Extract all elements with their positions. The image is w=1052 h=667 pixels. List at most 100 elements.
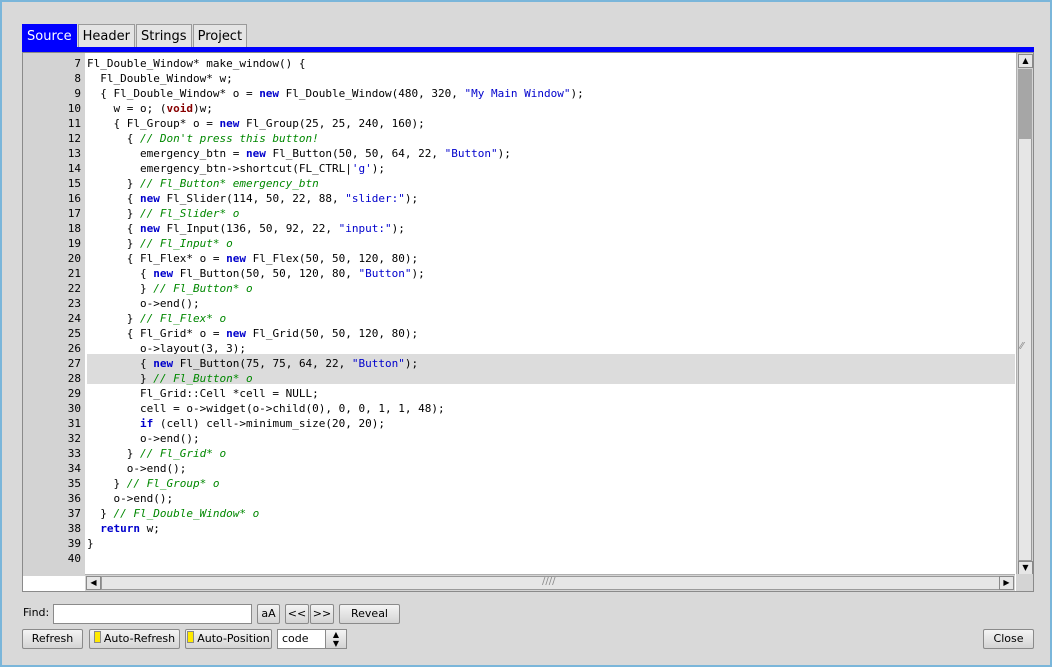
code-line: { // Don't press this button! bbox=[87, 132, 319, 145]
vertical-scroll-track[interactable] bbox=[1018, 69, 1032, 561]
line-number: 19 bbox=[67, 237, 81, 250]
code-line: o->layout(3, 3); bbox=[87, 342, 246, 355]
find-label: Find: bbox=[23, 606, 50, 619]
code-line: } // Fl_Button* emergency_btn bbox=[87, 177, 319, 190]
code-line: { Fl_Double_Window* o = new Fl_Double_Wi… bbox=[87, 87, 584, 100]
line-number: 8 bbox=[74, 72, 81, 85]
scroll-corner bbox=[1016, 574, 1033, 591]
reveal-button[interactable]: Reveal bbox=[339, 604, 400, 624]
code-line: } // Fl_Group* o bbox=[87, 477, 220, 490]
tab-project[interactable]: Project bbox=[192, 24, 248, 47]
code-line: } // Fl_Button* o bbox=[87, 282, 253, 295]
code-line: } // Fl_Double_Window* o bbox=[87, 507, 260, 520]
line-number: 31 bbox=[67, 417, 81, 430]
code-line: o->end(); bbox=[87, 297, 200, 310]
horizontal-grip-icon: //// bbox=[542, 576, 556, 587]
line-number: 9 bbox=[74, 87, 81, 100]
line-number: 39 bbox=[67, 537, 81, 550]
code-line: o->end(); bbox=[87, 492, 174, 505]
auto-position-label: Auto-Position bbox=[197, 632, 270, 645]
scroll-down-arrow-icon[interactable]: ▼ bbox=[1018, 561, 1033, 575]
line-number: 13 bbox=[67, 147, 81, 160]
line-number: 15 bbox=[67, 177, 81, 190]
code-line: if (cell) cell->minimum_size(20, 20); bbox=[139, 417, 386, 430]
find-previous-button[interactable]: << bbox=[285, 604, 309, 624]
line-number: 21 bbox=[67, 267, 81, 280]
code-line: o->end(); bbox=[87, 432, 200, 445]
line-number: 18 bbox=[67, 222, 81, 235]
line-number: 10 bbox=[67, 102, 81, 115]
auto-position-toggle[interactable]: Auto-Position bbox=[185, 629, 272, 649]
tab-bar: Source Header Strings Project bbox=[22, 24, 248, 48]
vertical-scrollbar[interactable]: ▲ ⁄⁄ ▼ bbox=[1016, 53, 1033, 576]
code-line: { new Fl_Button(75, 75, 64, 22, "Button"… bbox=[87, 357, 419, 370]
chevron-updown-icon[interactable]: ▲ ▼ bbox=[325, 630, 346, 648]
auto-refresh-toggle[interactable]: Auto-Refresh bbox=[89, 629, 180, 649]
code-line: { Fl_Flex* o = new Fl_Flex(50, 50, 120, … bbox=[87, 252, 419, 265]
close-button[interactable]: Close bbox=[983, 629, 1034, 649]
code-line: } // Fl_Flex* o bbox=[87, 312, 227, 325]
line-number: 16 bbox=[67, 192, 81, 205]
find-input[interactable] bbox=[53, 604, 252, 624]
toggle-indicator-icon bbox=[93, 631, 101, 643]
line-number: 23 bbox=[67, 297, 81, 310]
scroll-right-arrow-icon[interactable]: ▶ bbox=[999, 576, 1014, 590]
line-number: 22 bbox=[67, 282, 81, 295]
line-number: 25 bbox=[67, 327, 81, 340]
code-line: emergency_btn->shortcut(FL_CTRL|'g'); bbox=[87, 162, 386, 175]
mode-select-value: code bbox=[282, 632, 309, 645]
vertical-scroll-thumb[interactable] bbox=[1018, 69, 1032, 139]
line-number: 37 bbox=[67, 507, 81, 520]
code-line: { new Fl_Slider(114, 50, 22, 88, "slider… bbox=[87, 192, 419, 205]
line-number: 34 bbox=[67, 462, 81, 475]
vertical-grip-icon: ⁄⁄ bbox=[1020, 341, 1024, 352]
line-number: 35 bbox=[67, 477, 81, 490]
line-number: 28 bbox=[67, 372, 81, 385]
line-number: 36 bbox=[67, 492, 81, 505]
code-line: o->end(); bbox=[87, 462, 187, 475]
code-line: { new Fl_Input(136, 50, 92, 22, "input:"… bbox=[87, 222, 405, 235]
match-case-button[interactable]: aA bbox=[257, 604, 280, 624]
code-line: { new Fl_Button(50, 50, 120, 80, "Button… bbox=[87, 267, 425, 280]
auto-refresh-label: Auto-Refresh bbox=[103, 632, 176, 645]
line-number: 32 bbox=[67, 432, 81, 445]
code-line: { Fl_Grid* o = new Fl_Grid(50, 50, 120, … bbox=[87, 327, 419, 340]
code-line: Fl_Double_Window* make_window() { bbox=[87, 57, 306, 70]
code-line: emergency_btn = new Fl_Button(50, 50, 64… bbox=[87, 147, 511, 160]
find-next-button[interactable]: >> bbox=[310, 604, 334, 624]
line-number: 7 bbox=[74, 57, 81, 70]
line-number: 33 bbox=[67, 447, 81, 460]
line-number: 27 bbox=[67, 357, 81, 370]
line-number: 38 bbox=[67, 522, 81, 535]
code-line: } // Fl_Input* o bbox=[87, 237, 233, 250]
scroll-up-arrow-icon[interactable]: ▲ bbox=[1018, 54, 1033, 68]
line-number: 14 bbox=[67, 162, 81, 175]
code-view-window: Source Header Strings Project 7 8 9 10 11 12 1… bbox=[0, 0, 1052, 667]
line-number: 26 bbox=[67, 342, 81, 355]
tab-source[interactable]: Source bbox=[22, 24, 77, 47]
mode-select[interactable]: code ▲ ▼ bbox=[277, 629, 347, 649]
line-number: 12 bbox=[67, 132, 81, 145]
line-number: 30 bbox=[67, 402, 81, 415]
scroll-left-arrow-icon[interactable]: ◀ bbox=[86, 576, 101, 590]
tab-strings[interactable]: Strings bbox=[136, 24, 192, 47]
line-number: 17 bbox=[67, 207, 81, 220]
code-text-area[interactable]: Fl_Double_Window* make_window() { Fl_Dou… bbox=[85, 53, 1015, 576]
code-line: return w; bbox=[100, 522, 160, 535]
line-number: 11 bbox=[67, 117, 81, 130]
line-number: 29 bbox=[67, 387, 81, 400]
refresh-button[interactable]: Refresh bbox=[22, 629, 83, 649]
horizontal-scrollbar[interactable]: ◀ //// ▶ bbox=[85, 574, 1015, 591]
code-line: Fl_Grid::Cell *cell = NULL; bbox=[87, 387, 319, 400]
toggle-indicator-icon bbox=[187, 631, 195, 643]
line-number: 24 bbox=[67, 312, 81, 325]
code-line: } // Fl_Slider* o bbox=[87, 207, 240, 220]
tab-header[interactable]: Header bbox=[77, 24, 135, 47]
code-line: } // Fl_Grid* o bbox=[87, 447, 227, 460]
code-line: cell = o->widget(o->child(0), 0, 0, 1, 1… bbox=[87, 402, 445, 415]
source-editor[interactable]: 7 8 9 10 11 12 13 14 15 16 17 18 19 20 21 22 23 24 25 26 27 2… bbox=[22, 52, 1034, 592]
code-line: { Fl_Group* o = new Fl_Group(25, 25, 240… bbox=[87, 117, 425, 130]
code-line: } bbox=[87, 537, 94, 550]
code-line: w = o; (void)w; bbox=[87, 102, 213, 115]
code-line: } // Fl_Button* o bbox=[87, 372, 253, 385]
